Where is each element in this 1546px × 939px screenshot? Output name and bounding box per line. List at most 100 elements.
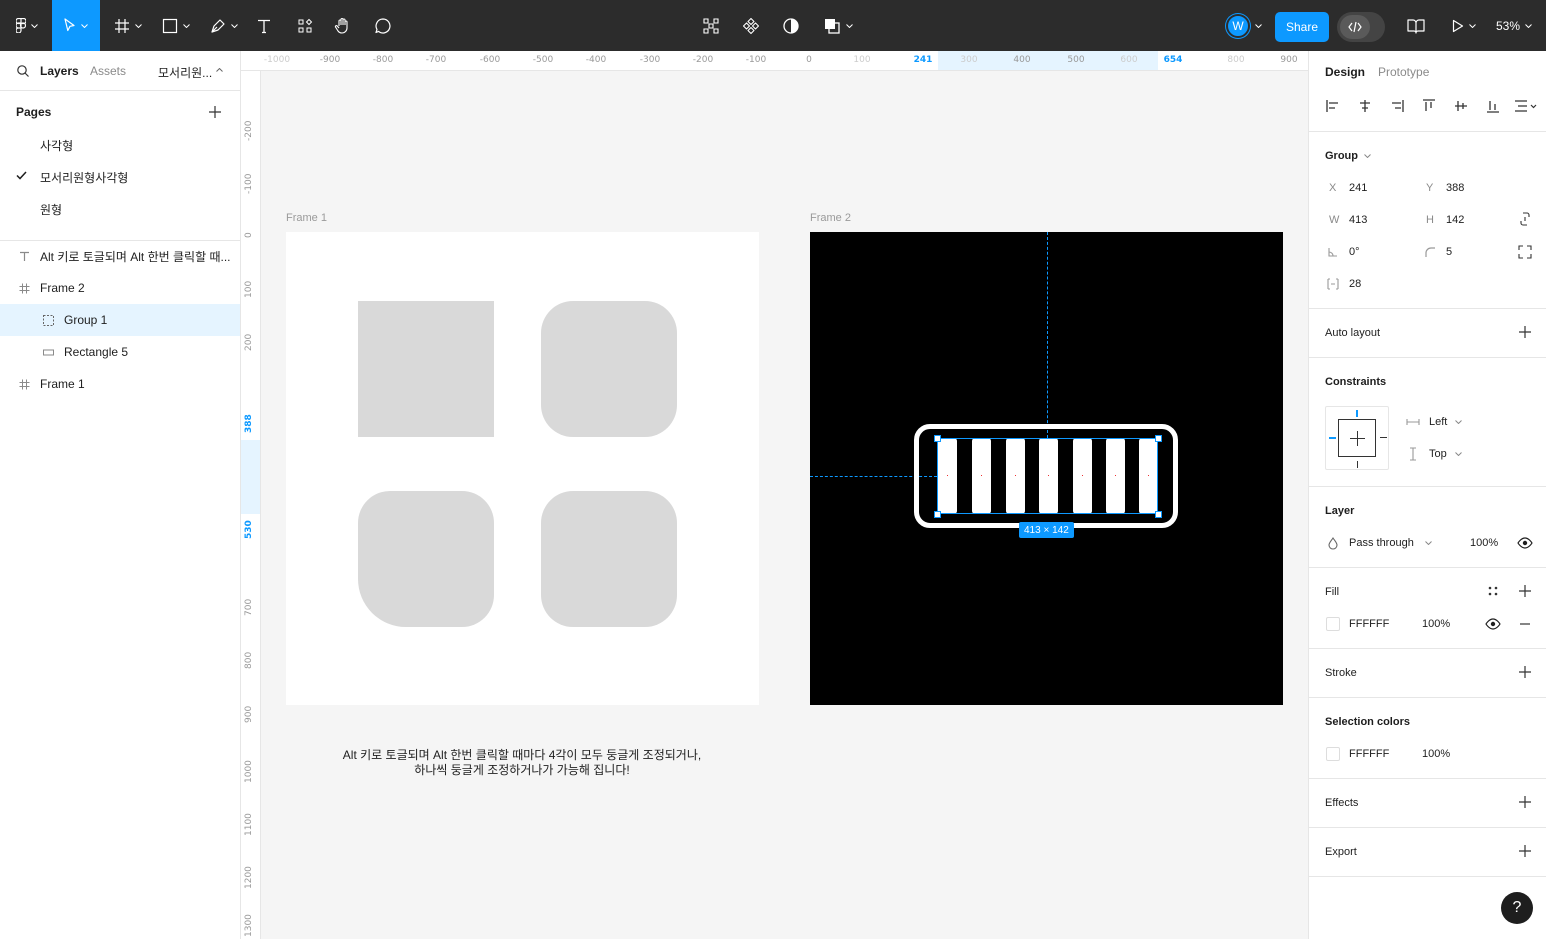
boolean-groups-button[interactable] <box>820 0 856 51</box>
page-item[interactable]: 사각형 <box>40 137 73 154</box>
frame-2[interactable]: 413 × 142 <box>810 232 1283 705</box>
selection-color-opacity[interactable]: 100% <box>1422 748 1450 760</box>
pen-tool-button[interactable] <box>204 0 244 51</box>
rotation-input[interactable]: 0° <box>1349 246 1360 258</box>
create-component-button[interactable] <box>738 0 764 51</box>
dev-mode-toggle[interactable] <box>1337 12 1385 42</box>
constraint-top-line[interactable] <box>1356 410 1358 417</box>
page-item[interactable]: 원형 <box>40 201 62 218</box>
layer-opacity-input[interactable]: 100% <box>1470 537 1498 549</box>
help-button[interactable]: ? <box>1501 892 1533 924</box>
resize-handle[interactable] <box>934 435 941 442</box>
layers-panel: Layers Assets 모서리원... Pages 사각형 모서리원형사각형… <box>0 51 241 939</box>
eye-icon[interactable] <box>1517 535 1533 551</box>
add-fill-icon[interactable] <box>1517 583 1533 599</box>
align-horizontal-center-icon[interactable] <box>1357 98 1373 114</box>
spacing-input[interactable]: 28 <box>1349 278 1361 290</box>
page-item-current[interactable]: 모서리원형사각형 <box>40 169 128 186</box>
resize-handle[interactable] <box>934 511 941 518</box>
group-section-title[interactable]: Group <box>1325 150 1358 162</box>
hand-tool-button[interactable] <box>330 0 356 51</box>
add-page-icon[interactable] <box>207 104 223 120</box>
layer-row-frame-2[interactable]: Frame 2 <box>0 272 240 304</box>
align-bottom-icon[interactable] <box>1485 98 1501 114</box>
shape-tool-button[interactable] <box>156 0 196 51</box>
resources-button[interactable] <box>292 0 318 51</box>
constraint-left-line[interactable] <box>1329 437 1336 439</box>
chevron-down-icon[interactable] <box>1364 154 1371 158</box>
constrain-proportions-icon[interactable] <box>1517 211 1533 227</box>
selection-color-swatch[interactable] <box>1326 747 1340 761</box>
rounded-square-shape[interactable] <box>541 301 677 437</box>
tab-design[interactable]: Design <box>1325 65 1365 79</box>
frame-1[interactable] <box>286 232 759 705</box>
align-left-icon[interactable] <box>1325 98 1341 114</box>
multiplayer-avatar-menu[interactable]: W <box>1220 0 1268 51</box>
add-stroke-icon[interactable] <box>1517 664 1533 680</box>
layer-row-rectangle-5[interactable]: Rectangle 5 <box>0 336 240 368</box>
page-dropdown[interactable]: 모서리원... <box>158 64 212 81</box>
distribute-icon[interactable] <box>1513 98 1537 114</box>
align-vertical-center-icon[interactable] <box>1453 98 1469 114</box>
selection-box[interactable] <box>937 438 1158 514</box>
tab-prototype[interactable]: Prototype <box>1378 65 1429 79</box>
layer-row-frame-1[interactable]: Frame 1 <box>0 368 240 400</box>
add-auto-layout-icon[interactable] <box>1517 324 1533 340</box>
share-button[interactable]: Share <box>1275 12 1329 42</box>
constraint-bottom-line[interactable] <box>1357 461 1358 468</box>
rounded-square-shape[interactable] <box>358 491 494 627</box>
move-tool-button[interactable] <box>52 0 100 51</box>
caption-line: Alt 키로 토글되며 Alt 한번 클릭할 때마다 4각이 모두 둥글게 조정… <box>342 748 702 762</box>
constraint-right-line[interactable] <box>1380 437 1387 438</box>
chevron-up-icon[interactable] <box>216 68 223 72</box>
corner-radius-input[interactable]: 5 <box>1446 246 1452 258</box>
style-grid-icon[interactable] <box>1485 583 1501 599</box>
fill-hex-input[interactable]: FFFFFF <box>1349 618 1389 630</box>
add-export-icon[interactable] <box>1517 843 1533 859</box>
constraints-widget[interactable] <box>1325 406 1389 470</box>
remove-fill-icon[interactable] <box>1517 616 1533 632</box>
library-button[interactable] <box>1404 0 1428 51</box>
tab-assets[interactable]: Assets <box>90 64 126 78</box>
y-input[interactable]: 388 <box>1446 182 1464 194</box>
independent-corners-icon[interactable] <box>1517 244 1533 260</box>
zoom-menu[interactable]: 53% <box>1492 0 1536 51</box>
vertical-constraint-select[interactable]: Top <box>1429 448 1447 460</box>
eye-icon[interactable] <box>1485 616 1501 632</box>
resize-handle[interactable] <box>1155 435 1162 442</box>
square-shape[interactable] <box>358 301 494 437</box>
caption-text[interactable]: Alt 키로 토글되며 Alt 한번 클릭할 때마다 4각이 모두 둥글게 조정… <box>302 748 742 778</box>
ruler-tick: 1300 <box>244 914 254 937</box>
component-tool-button[interactable] <box>698 0 724 51</box>
blend-mode-select[interactable]: Pass through <box>1349 537 1414 549</box>
chevron-down-icon[interactable] <box>1425 541 1432 545</box>
x-input[interactable]: 241 <box>1349 182 1367 194</box>
tab-layers[interactable]: Layers <box>40 64 79 78</box>
search-icon[interactable] <box>16 64 30 78</box>
mask-button[interactable] <box>778 0 804 51</box>
chevron-down-icon[interactable] <box>1455 420 1462 424</box>
horizontal-constraint-select[interactable]: Left <box>1429 416 1447 428</box>
chevron-down-icon[interactable] <box>1455 452 1462 456</box>
add-effect-icon[interactable] <box>1517 794 1533 810</box>
text-tool-button[interactable] <box>252 0 276 51</box>
design-canvas[interactable]: Frame 1 Frame 2 413 × 142 Alt 키로 토글되며 Al… <box>262 72 1308 939</box>
height-input[interactable]: 142 <box>1446 214 1464 226</box>
frame-2-label[interactable]: Frame 2 <box>810 212 851 224</box>
resize-handle[interactable] <box>1155 511 1162 518</box>
main-menu-button[interactable] <box>10 0 44 51</box>
frame-tool-button[interactable] <box>108 0 148 51</box>
comment-tool-button[interactable] <box>370 0 396 51</box>
fill-opacity-input[interactable]: 100% <box>1422 618 1450 630</box>
constraint-center-v[interactable] <box>1357 431 1358 446</box>
layer-row-group-1[interactable]: Group 1 <box>0 304 240 336</box>
align-top-icon[interactable] <box>1421 98 1437 114</box>
width-input[interactable]: 413 <box>1349 214 1367 226</box>
frame-1-label[interactable]: Frame 1 <box>286 212 327 224</box>
align-right-icon[interactable] <box>1389 98 1405 114</box>
present-button[interactable] <box>1446 0 1482 51</box>
fill-color-swatch[interactable] <box>1326 617 1340 631</box>
layer-row-text[interactable]: Alt 키로 토글되며 Alt 한번 클릭할 때... <box>0 240 240 272</box>
selection-color-hex[interactable]: FFFFFF <box>1349 748 1389 760</box>
rounded-square-shape[interactable] <box>541 491 677 627</box>
